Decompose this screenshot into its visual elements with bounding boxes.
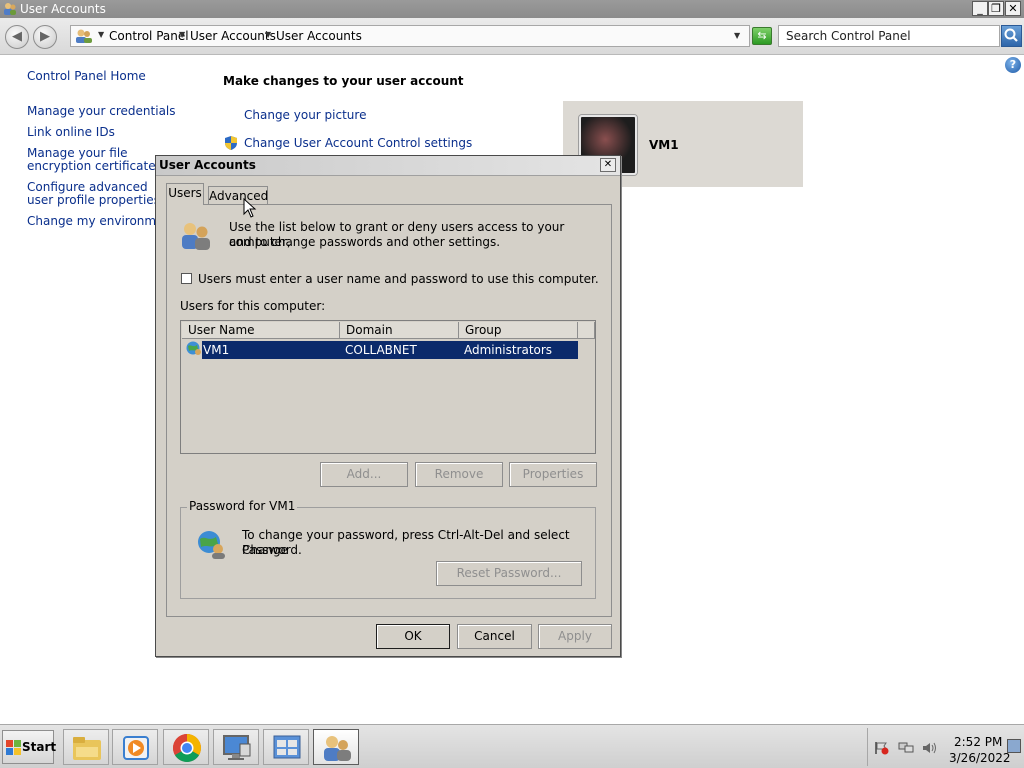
tab-users[interactable]: Users xyxy=(166,183,204,205)
close-icon: ✕ xyxy=(603,159,613,170)
close-button[interactable]: ✕ xyxy=(1005,1,1021,16)
tab-advanced[interactable]: Advanced xyxy=(208,186,268,205)
file-explorer-icon xyxy=(73,737,101,760)
chevron-down-icon[interactable]: ▼ xyxy=(265,30,271,39)
show-desktop-button[interactable] xyxy=(1007,739,1021,753)
breadcrumb-control-panel[interactable]: Control Panel xyxy=(109,29,189,43)
chevron-down-icon[interactable]: ▼ xyxy=(98,30,104,39)
system-tray: 2:52 PM 3/26/2022 xyxy=(867,728,1024,766)
require-login-checkbox[interactable] xyxy=(181,273,192,284)
minimize-button[interactable]: _ xyxy=(972,1,988,16)
window-title: User Accounts xyxy=(20,2,106,16)
mouse-cursor-icon xyxy=(243,198,257,218)
action-center-flag-icon[interactable] xyxy=(874,741,890,755)
breadcrumb-user-accounts[interactable]: User Accounts xyxy=(190,29,276,43)
taskbar-chrome[interactable] xyxy=(163,729,209,765)
back-button[interactable]: ◀ xyxy=(5,25,29,49)
address-bar: ◀ ▶ ▼ Control Panel ▼ User Accounts ▼ Us… xyxy=(0,18,1024,55)
sidebar-home-link[interactable]: Control Panel Home xyxy=(27,70,177,83)
users-tab-panel: Use the list below to grant or deny user… xyxy=(166,204,612,617)
clock-date[interactable]: 3/26/2022 xyxy=(949,751,1011,765)
remove-button[interactable]: Remove xyxy=(415,462,503,487)
sidebar-item-file-encryption[interactable]: Manage your file encryption certificates xyxy=(27,147,163,173)
sidebar-item-link-online-ids[interactable]: Link online IDs xyxy=(27,126,177,139)
users-list-label: Users for this computer: xyxy=(180,299,326,313)
password-text-line2: Password. xyxy=(242,543,302,557)
refresh-icon: ⇆ xyxy=(757,29,767,42)
maximize-button[interactable]: ❐ xyxy=(988,1,1004,16)
user-accounts-dialog: User Accounts ✕ Users Advanced Use the l… xyxy=(155,155,621,657)
column-header-filler xyxy=(578,322,595,339)
sidebar-item-advanced-profile[interactable]: Configure advanced user profile properti… xyxy=(27,181,162,207)
add-button[interactable]: Add... xyxy=(320,462,408,487)
taskbar-media-player[interactable] xyxy=(112,729,158,765)
help-icon[interactable]: ? xyxy=(1005,57,1021,73)
media-player-icon xyxy=(123,736,149,760)
chrome-icon xyxy=(173,734,201,762)
chevron-down-icon[interactable]: ▼ xyxy=(179,30,185,39)
control-panel-icon xyxy=(76,29,92,43)
control-panel-icon xyxy=(273,735,301,759)
sidebar-item-credentials[interactable]: Manage your credentials xyxy=(27,105,177,118)
ok-button[interactable]: OK xyxy=(376,624,450,649)
require-login-label[interactable]: Users must enter a user name and passwor… xyxy=(198,272,599,287)
forward-arrow-icon: ▶ xyxy=(40,29,50,44)
windows-logo-icon xyxy=(6,740,21,755)
taskbar-file-explorer[interactable] xyxy=(63,729,109,765)
user-globe-icon xyxy=(186,341,201,355)
password-user-icon xyxy=(198,531,225,559)
network-icon[interactable] xyxy=(898,741,914,755)
address-box[interactable]: ▼ Control Panel ▼ User Accounts ▼ User A… xyxy=(70,25,750,47)
refresh-button[interactable]: ⇆ xyxy=(752,27,772,45)
taskbar-user-accounts[interactable] xyxy=(313,729,359,765)
users-icon xyxy=(182,223,210,250)
dialog-title: User Accounts xyxy=(159,158,256,172)
forward-button[interactable]: ▶ xyxy=(33,25,57,49)
reset-password-button[interactable]: Reset Password... xyxy=(436,561,582,586)
uac-shield-icon xyxy=(225,136,237,150)
row-group[interactable]: Administrators xyxy=(464,343,552,357)
user-accounts-icon xyxy=(324,736,351,761)
password-group-legend: Password for VM1 xyxy=(187,499,298,513)
row-domain[interactable]: COLLABNET xyxy=(345,343,417,357)
column-header-domain[interactable]: Domain xyxy=(340,322,459,339)
address-dropdown-icon[interactable]: ▼ xyxy=(734,31,740,40)
change-picture-link[interactable]: Change your picture xyxy=(244,108,366,122)
taskbar: Start 2:52 PM 3/26/2022 xyxy=(0,724,1024,768)
back-arrow-icon: ◀ xyxy=(12,29,22,44)
intro-text-line2: and to change passwords and other settin… xyxy=(229,235,501,249)
password-group: Password for VM1 To change your password… xyxy=(180,499,596,599)
dialog-close-button[interactable]: ✕ xyxy=(600,158,616,172)
column-header-group[interactable]: Group xyxy=(459,322,578,339)
user-name: VM1 xyxy=(649,138,679,152)
cancel-button[interactable]: Cancel xyxy=(457,624,532,649)
start-label: Start xyxy=(22,740,57,754)
users-list[interactable]: User Name Domain Group VM1 COLLABNET Adm… xyxy=(180,320,596,454)
search-icon xyxy=(1004,28,1018,42)
sidebar-item-environment[interactable]: Change my environment v xyxy=(27,215,167,228)
page-heading: Make changes to your user account xyxy=(223,74,464,88)
uac-settings-link[interactable]: Change User Account Control settings xyxy=(244,136,472,150)
taskbar-remote-desktop[interactable] xyxy=(213,729,259,765)
apply-button[interactable]: Apply xyxy=(538,624,612,649)
start-button[interactable]: Start xyxy=(2,730,57,764)
search-input[interactable]: Search Control Panel xyxy=(778,25,1000,47)
volume-icon[interactable] xyxy=(921,741,937,755)
clock-time[interactable]: 2:52 PM xyxy=(954,735,1002,749)
user-accounts-icon xyxy=(4,3,16,15)
remote-desktop-icon xyxy=(223,735,251,760)
row-user-name[interactable]: VM1 xyxy=(203,343,229,357)
window-titlebar: User Accounts _ ❐ ✕ xyxy=(0,0,1024,18)
breadcrumb-user-accounts-current[interactable]: User Accounts xyxy=(276,29,362,43)
properties-button[interactable]: Properties xyxy=(509,462,597,487)
search-button[interactable] xyxy=(1001,25,1022,47)
column-header-user-name[interactable]: User Name xyxy=(182,322,340,339)
dialog-titlebar: User Accounts ✕ xyxy=(156,156,620,176)
taskbar-control-panel[interactable] xyxy=(263,729,309,765)
